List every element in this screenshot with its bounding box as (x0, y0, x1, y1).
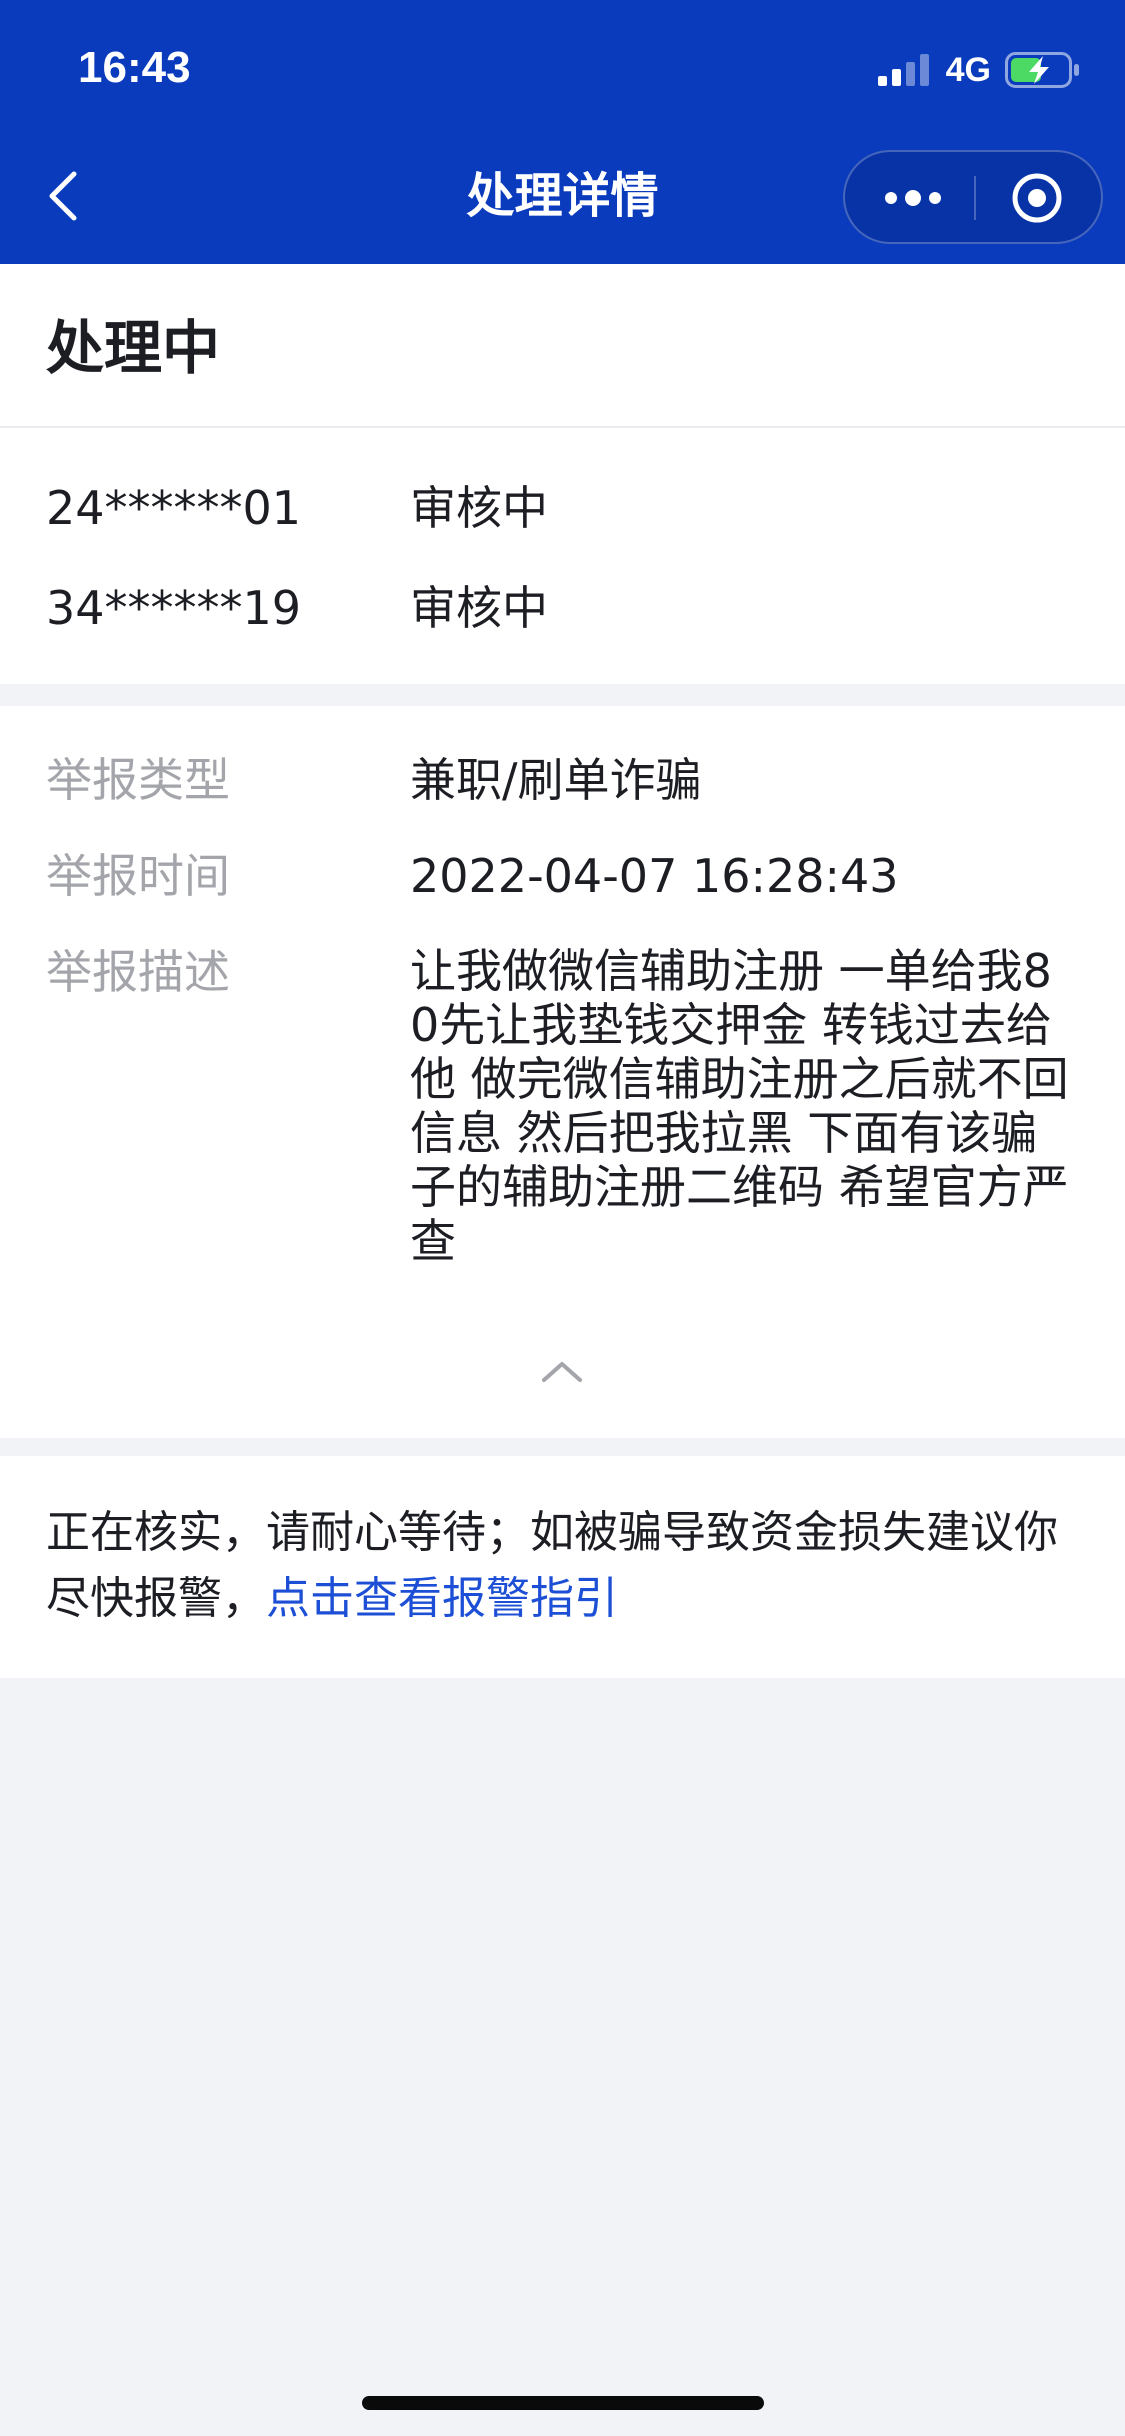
network-type: 4G (945, 51, 991, 89)
capsule-divider (974, 176, 976, 220)
report-time-value: 2022-04-07 16:28:43 (410, 849, 899, 903)
miniprogram-capsule (843, 150, 1103, 244)
account-status: 审核中 (410, 581, 548, 635)
notice-text: 正在核实，请耐心等待；如被骗导致资金损失建议你尽快报警，点击查看报警指引 (46, 1500, 1076, 1632)
status-title: 处理中 (46, 314, 221, 382)
report-description-label: 举报描述 (46, 945, 230, 999)
police-guide-link[interactable]: 点击查看报警指引 (266, 1573, 618, 1624)
home-indicator[interactable] (362, 2396, 764, 2410)
signal-icon (877, 54, 929, 86)
navigation-header: 16:43 4G 处理详情 (0, 0, 1125, 264)
chevron-up-icon[interactable] (540, 1356, 584, 1386)
more-dots-icon[interactable] (883, 180, 943, 216)
account-id: 24******01 (46, 481, 302, 535)
miniprogram-close-icon[interactable] (1011, 172, 1063, 224)
report-type-label: 举报类型 (46, 753, 230, 807)
report-time-label: 举报时间 (46, 849, 230, 903)
account-status: 审核中 (410, 481, 548, 535)
report-description-value: 让我做微信辅助注册 一单给我80先让我垫钱交押金 转钱过去给他 做完微信辅助注册… (410, 944, 1069, 1268)
account-id: 34******19 (46, 581, 302, 635)
report-type-value: 兼职/刷单诈骗 (410, 753, 702, 807)
accounts-card (0, 428, 1125, 684)
battery-charging-icon (1005, 52, 1079, 88)
status-bar-indicators: 4G (877, 50, 1081, 90)
status-bar-time: 16:43 (78, 43, 191, 92)
